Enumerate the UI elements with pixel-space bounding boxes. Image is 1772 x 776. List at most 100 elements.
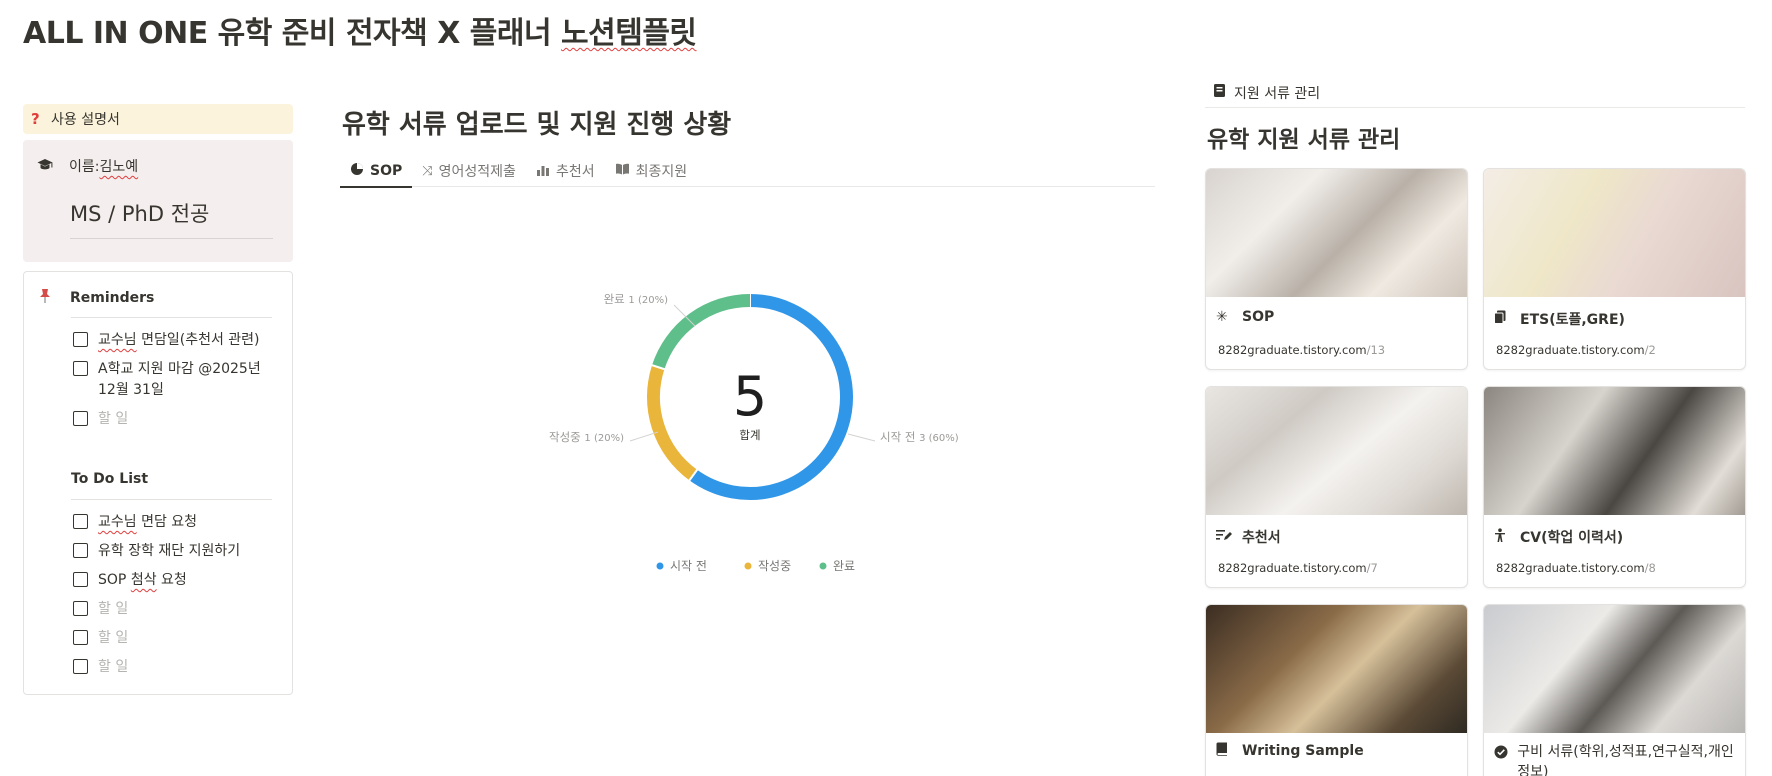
reminders-box: Reminders 교수님 면담일(추천서 관련) A학교 지원 마감 @202… [23, 271, 293, 695]
legend-swatch [656, 562, 664, 570]
graduation-cap-icon [37, 157, 69, 176]
checkbox[interactable] [73, 572, 88, 587]
tab-english-score[interactable]: ⤨ 영어성적제출 [412, 155, 526, 187]
card-title: CV(학업 이력서) [1520, 530, 1624, 546]
question-icon: ? [31, 110, 40, 128]
slice-label-value: 3 (60%) [919, 433, 959, 444]
card-title-row: 추천서 [1216, 527, 1461, 547]
gallery-card-documents[interactable]: 구비 서류(학위,성적표,연구실적,개인정보) [1483, 604, 1746, 776]
reminder-item[interactable]: 할 일 [73, 409, 273, 430]
gallery-card-cv[interactable]: CV(학업 이력서) 8282graduate.tistory.com/8 [1483, 386, 1746, 588]
people-chart-icon [536, 163, 550, 180]
label-leader-line [847, 433, 876, 442]
page-title-part2: 노션템플릿 [561, 16, 697, 51]
manual-callout[interactable]: ? 사용 설명서 [23, 104, 293, 134]
card-url-path: /7 [1366, 561, 1378, 575]
label-leader-line [629, 431, 659, 442]
todo-text: 유학 장학 재단 지원하기 [98, 543, 241, 559]
person-icon [1494, 527, 1520, 547]
card-title: 구비 서류(학위,성적표,연구실적,개인정보) [1517, 744, 1734, 776]
todo-item[interactable]: 유학 장학 재단 지원하기 [73, 541, 273, 562]
notebook-icon [1213, 83, 1226, 102]
pie-chart-icon [350, 162, 364, 180]
donut-chart-area: 시작 전 3 (60%) 작성중 1 (20%) 완료 1 (20%) 5 합계 시작 전… [340, 187, 1155, 607]
checkbox[interactable] [73, 411, 88, 426]
tab-label: 영어성적제출 [438, 164, 516, 180]
gallery-card-ets[interactable]: ETS(토플,GRE) 8282graduate.tistory.com/2 [1483, 168, 1746, 370]
todo-text-c: 요청 [156, 572, 187, 588]
todo-item[interactable]: 할 일 [73, 657, 273, 678]
database-title: 유학 지원 서류 관리 [1207, 127, 1401, 153]
tab-sop[interactable]: SOP [340, 155, 413, 188]
card-url-path: /2 [1644, 343, 1656, 357]
slice-label-name: 작성중 [549, 430, 584, 444]
reminder-text: 교수님 면담일(추천서 관련) [98, 330, 260, 351]
card-title: ETS(토플,GRE) [1520, 312, 1625, 328]
reminder-item[interactable]: A학교 지원 마감 @2025년 12월 31일 [73, 359, 273, 401]
gallery-card-recommendation[interactable]: 추천서 8282graduate.tistory.com/7 [1205, 386, 1468, 588]
tab-final-application[interactable]: 최종지원 [605, 155, 698, 187]
card-url-host: 8282graduate.tistory.com [1218, 343, 1367, 357]
tab-label: 추천서 [555, 164, 595, 180]
todo-item[interactable]: SOP 첨삭 요청 [73, 570, 273, 591]
donut-slice [647, 365, 698, 481]
todo-item[interactable]: 교수님 면담 요청 [73, 512, 273, 533]
checkbox[interactable] [73, 514, 88, 529]
todo-item[interactable]: 할 일 [73, 599, 273, 620]
checkbox[interactable] [73, 332, 88, 347]
card-cover-image [1484, 169, 1745, 297]
legend-label: 작성중 [758, 559, 791, 573]
todo-text: 할 일 [98, 601, 129, 617]
middle-column: 유학 서류 업로드 및 지원 진행 상황 SOP ⤨ 영어성적제출 추천서 최종… [340, 104, 1155, 607]
card-title-row: CV(학업 이력서) [1494, 527, 1739, 547]
book-open-icon [615, 163, 630, 179]
gallery-card-sop[interactable]: ✳ SOP 8282graduate.tistory.com/13 [1205, 168, 1468, 370]
donut-slice [689, 294, 853, 500]
tab-label: SOP [370, 163, 403, 179]
tab-recommendation[interactable]: 추천서 [526, 155, 605, 187]
todo-text: 할 일 [98, 659, 129, 675]
card-url-path: /8 [1644, 561, 1656, 575]
slice-label-value: 1 (20%) [628, 295, 668, 306]
card-url[interactable]: 8282graduate.tistory.com/8 [1496, 561, 1656, 575]
slice-label-name: 시작 전 [880, 430, 919, 444]
card-title-row: ✳ SOP [1216, 309, 1461, 325]
card-url-host: 8282graduate.tistory.com [1496, 561, 1645, 575]
profile-divider [70, 238, 273, 239]
todo-text-a: SOP [98, 572, 131, 588]
card-title-row: ETS(토플,GRE) [1494, 309, 1739, 329]
major-text[interactable]: MS / PhD 전공 [70, 198, 209, 228]
manual-label: 사용 설명서 [51, 112, 120, 128]
right-column: 지원 서류 관리 유학 지원 서류 관리 ✳ SOP 8282graduate.… [1205, 78, 1746, 776]
name-label: 이름: [69, 159, 100, 175]
shuffle-icon: ⤨ [422, 163, 433, 179]
name-value[interactable]: 김노예 [99, 156, 138, 176]
sparkle-icon: ✳ [1216, 309, 1228, 325]
card-cover-image [1206, 387, 1467, 515]
checkbox[interactable] [73, 601, 88, 616]
checkbox[interactable] [73, 361, 88, 376]
reminder-text-a: 교수님 [98, 332, 137, 348]
reminders-title: Reminders [70, 290, 155, 306]
donut-slice [652, 294, 751, 370]
todo-item[interactable]: 할 일 [73, 628, 273, 649]
gallery-card-writing-sample[interactable]: Writing Sample [1205, 604, 1468, 776]
card-url[interactable]: 8282graduate.tistory.com/13 [1218, 343, 1385, 357]
checkbox[interactable] [73, 543, 88, 558]
slice-label: 시작 전 3 (60%) [880, 430, 959, 444]
checkbox[interactable] [73, 659, 88, 674]
view-tabs: SOP ⤨ 영어성적제출 추천서 최종지원 [340, 155, 1155, 188]
card-url[interactable]: 8282graduate.tistory.com/2 [1496, 343, 1656, 357]
slice-label-value: 1 (20%) [584, 433, 624, 444]
todo-title: To Do List [71, 471, 149, 487]
reminder-item[interactable]: 교수님 면담일(추천서 관련) [73, 330, 273, 351]
card-url[interactable]: 8282graduate.tistory.com/7 [1218, 561, 1378, 575]
tab-label: 최종지원 [635, 164, 688, 180]
slice-label: 작성중 1 (20%) [549, 430, 624, 444]
card-cover-image [1206, 169, 1467, 297]
breadcrumb-label: 지원 서류 관리 [1234, 85, 1321, 102]
checkbox[interactable] [73, 630, 88, 645]
card-cover-image [1484, 387, 1745, 515]
card-cover-image [1484, 605, 1745, 733]
breadcrumb[interactable]: 지원 서류 관리 [1205, 78, 1745, 108]
